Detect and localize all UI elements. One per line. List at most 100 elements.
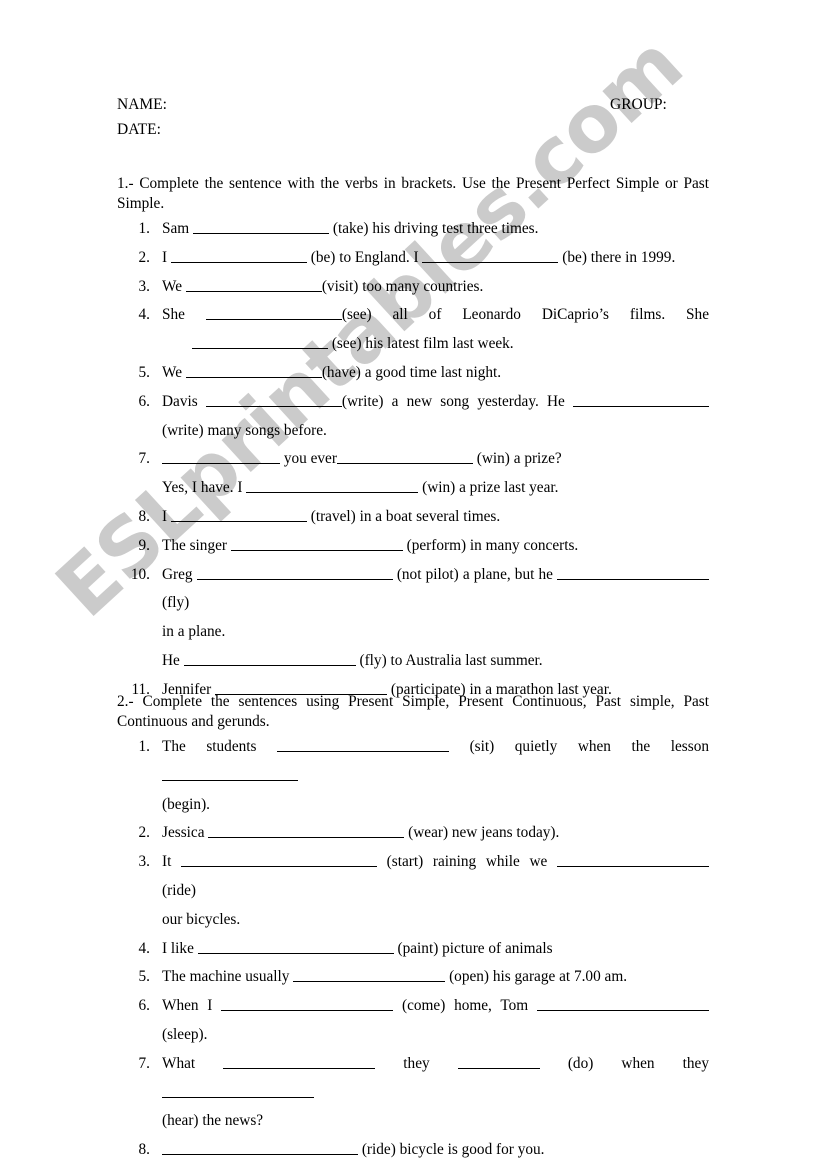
item-number: 3.: [138, 277, 150, 295]
exercise-item: 8. (ride) bicycle is good for you.: [117, 1136, 709, 1165]
item-text: you ever: [280, 450, 337, 468]
answer-blank[interactable]: [205, 305, 342, 321]
item-number: 8.: [138, 1141, 150, 1159]
item-text: (come) home, Tom: [393, 997, 537, 1015]
item-text: (sleep).: [162, 1025, 208, 1043]
answer-blank[interactable]: [196, 565, 393, 580]
item-text: I: [162, 507, 171, 525]
item-line: (sleep).: [162, 1021, 709, 1050]
date-row: DATE:: [117, 117, 707, 142]
item-text: What: [162, 1054, 224, 1072]
item-text: (ride) bicycle is good for you.: [358, 1141, 545, 1159]
answer-blank[interactable]: [208, 823, 405, 839]
item-number: 2.: [138, 248, 150, 266]
item-line: The machine usually (open) his garage at…: [162, 963, 709, 992]
answer-blank[interactable]: [183, 651, 356, 666]
item-text: our bicycles.: [162, 910, 241, 928]
item-line: in a plane.: [162, 618, 709, 647]
item-line: our bicycles.: [162, 906, 709, 935]
item-number: 8.: [138, 507, 150, 525]
answer-blank[interactable]: [457, 1054, 540, 1069]
item-text: (write) many songs before.: [162, 421, 327, 439]
answer-blank[interactable]: [185, 277, 322, 292]
answer-blank[interactable]: [293, 967, 446, 983]
date-label: DATE:: [117, 121, 161, 138]
item-text: When I: [162, 997, 222, 1015]
answer-blank[interactable]: [205, 392, 342, 407]
item-text: (write) a new song yesterday. He: [341, 392, 574, 410]
item-text: Greg: [162, 565, 197, 583]
item-text: Davis: [162, 392, 206, 410]
item-line: He (fly) to Australia last summer.: [162, 647, 709, 676]
answer-blank[interactable]: [246, 478, 419, 494]
item-text: The machine usually: [162, 968, 294, 986]
item-text: It: [162, 853, 182, 871]
item-line: We (have) a good time last night.: [162, 359, 709, 388]
item-number: 7.: [138, 450, 150, 468]
item-line: I (travel) in a boat several times.: [162, 503, 709, 532]
item-text: (start) raining while we: [377, 853, 558, 871]
item-line: you ever (win) a prize?: [162, 445, 709, 474]
item-number: 4.: [138, 306, 150, 324]
item-number: 10.: [130, 565, 150, 583]
item-line: The students (sit) quietly when the less…: [162, 733, 709, 791]
answer-blank[interactable]: [557, 852, 710, 868]
exercise-item: 4. I like (paint) picture of animals: [117, 935, 709, 964]
exercise-item: 2. Jessica (wear) new jeans today).: [117, 819, 709, 848]
answer-blank[interactable]: [162, 1140, 358, 1156]
answer-blank[interactable]: [221, 996, 394, 1012]
exercise-item: 1. Sam (take) his driving test three time…: [117, 215, 709, 244]
item-number: 6.: [138, 392, 150, 410]
item-line: Sam (take) his driving test three times.: [162, 215, 709, 244]
answer-blank[interactable]: [170, 507, 307, 522]
answer-blank[interactable]: [197, 939, 394, 954]
item-line: When I (come) home, Tom: [162, 992, 709, 1021]
item-line: I (be) to England. I (be) there in 1999.: [162, 244, 709, 273]
item-line: (begin).: [162, 791, 709, 820]
answer-blank[interactable]: [193, 219, 330, 234]
exercise-item: 8. I (travel) in a boat several times.: [117, 503, 709, 532]
answer-blank[interactable]: [223, 1054, 376, 1069]
answer-blank[interactable]: [277, 737, 450, 752]
answer-blank[interactable]: [422, 248, 559, 263]
item-number: 5.: [138, 363, 150, 381]
item-text: (fly) to Australia last summer.: [355, 651, 543, 669]
item-number: 7.: [138, 1054, 150, 1072]
exercise-item: 7. you ever (win) a prize? Yes, I have. I…: [117, 445, 709, 503]
exercise-item: 3. We (visit) too many countries.: [117, 273, 709, 302]
answer-blank[interactable]: [170, 248, 307, 263]
answer-blank[interactable]: [185, 363, 322, 378]
answer-blank[interactable]: [162, 1083, 314, 1098]
item-text: She: [162, 306, 206, 324]
exercise-2-item-list: 1. The students (sit) quietly when the le…: [117, 733, 710, 1165]
item-line: What they (do) when they: [162, 1050, 709, 1108]
item-text: Jessica: [162, 824, 209, 842]
exercise-2-heading: 2.- Complete the sentences using Present…: [117, 693, 709, 730]
answer-blank[interactable]: [557, 565, 710, 580]
answer-blank[interactable]: [162, 766, 298, 781]
item-text: We: [162, 363, 186, 381]
answer-blank[interactable]: [230, 536, 403, 551]
item-text: (be) to England. I: [306, 248, 423, 266]
item-text: (wear) new jeans today).: [404, 824, 560, 842]
item-line: It (start) raining while we (ride): [162, 848, 710, 906]
answer-blank[interactable]: [336, 449, 473, 465]
exercise-item: 3. It (start) raining while we (ride) our …: [117, 848, 710, 935]
item-text: (fly): [162, 594, 190, 612]
item-text: (win) a prize?: [472, 450, 562, 468]
item-line: She (see) all of Leonardo DiCaprio’s fil…: [162, 301, 709, 330]
answer-blank[interactable]: [181, 852, 378, 868]
item-text: (have) a good time last night.: [321, 363, 502, 381]
item-text: The students: [162, 738, 278, 755]
answer-blank[interactable]: [162, 449, 280, 465]
item-number: 1.: [138, 220, 150, 237]
item-text: Sam: [162, 220, 194, 237]
answer-blank[interactable]: [537, 996, 709, 1012]
item-text: (see) all of Leonardo DiCaprio’s films. …: [341, 306, 709, 324]
worksheet-page: ESLprintables.com NAME: GROUP: DATE: 1.-…: [0, 0, 821, 1169]
item-text: (sit) quietly when the lesson: [449, 738, 709, 755]
item-text: The singer: [162, 536, 231, 554]
answer-blank[interactable]: [192, 334, 328, 350]
exercise-item: 5. The machine usually (open) his garage …: [117, 963, 709, 992]
answer-blank[interactable]: [573, 392, 710, 407]
